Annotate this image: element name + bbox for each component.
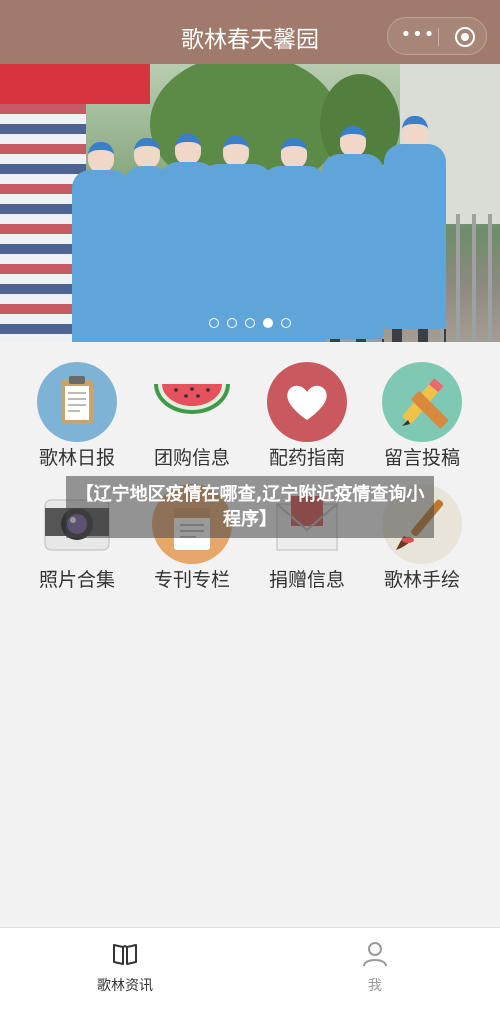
grid-item-label: 配药指南	[268, 447, 345, 469]
watermark-text: 【辽宁地区疫情在哪查,辽宁附近疫情查询小程序】	[75, 484, 425, 530]
grid-item-label: 照片合集	[38, 569, 115, 591]
grid-item-label: 团购信息	[153, 447, 230, 469]
grid-item-label: 歌林手绘	[383, 569, 460, 591]
tab-label: 我	[368, 978, 382, 994]
carousel-dot[interactable]	[263, 318, 273, 328]
grid-item-label: 专刊专栏	[153, 569, 230, 591]
mini-program-capsule: •••	[387, 17, 487, 55]
watermark-banner: 【辽宁地区疫情在哪查,辽宁附近疫情查询小程序】	[66, 476, 434, 538]
more-dots-icon[interactable]: •••	[400, 24, 436, 45]
clipboard-icon	[37, 362, 117, 442]
carousel-dot[interactable]	[281, 318, 291, 328]
grid-item-group-buy[interactable]: 团购信息	[132, 362, 252, 477]
grid-item-label: 留言投稿	[383, 447, 460, 469]
grid-item-medicine-guide[interactable]: 配药指南	[247, 362, 367, 477]
banner-carousel[interactable]	[0, 64, 500, 342]
grid-item-label: 捐赠信息	[268, 569, 345, 591]
heart-icon	[267, 362, 347, 442]
carousel-indicator	[0, 313, 500, 328]
watermelon-icon	[152, 362, 232, 442]
carousel-dot[interactable]	[209, 318, 219, 328]
grid-item-daily[interactable]: 歌林日报	[17, 362, 137, 477]
carousel-dot[interactable]	[245, 318, 255, 328]
carousel-dot[interactable]	[227, 318, 237, 328]
tab-news[interactable]: 歌林资讯	[0, 928, 250, 1014]
banner-tent-roof	[0, 64, 150, 104]
book-icon	[112, 941, 138, 967]
grid-item-label: 歌林日报	[38, 447, 115, 469]
tab-label: 歌林资讯	[97, 978, 153, 994]
capsule-divider	[438, 28, 439, 46]
tab-me[interactable]: 我	[250, 928, 500, 1014]
target-circle-icon[interactable]	[455, 27, 475, 47]
pencil-icon	[382, 362, 462, 442]
grid-item-submit-message[interactable]: 留言投稿	[362, 362, 482, 477]
user-icon	[362, 941, 388, 967]
navigation-bar: 歌林春天馨园 •••	[0, 0, 500, 64]
tab-bar: 歌林资讯 我	[0, 927, 500, 1014]
